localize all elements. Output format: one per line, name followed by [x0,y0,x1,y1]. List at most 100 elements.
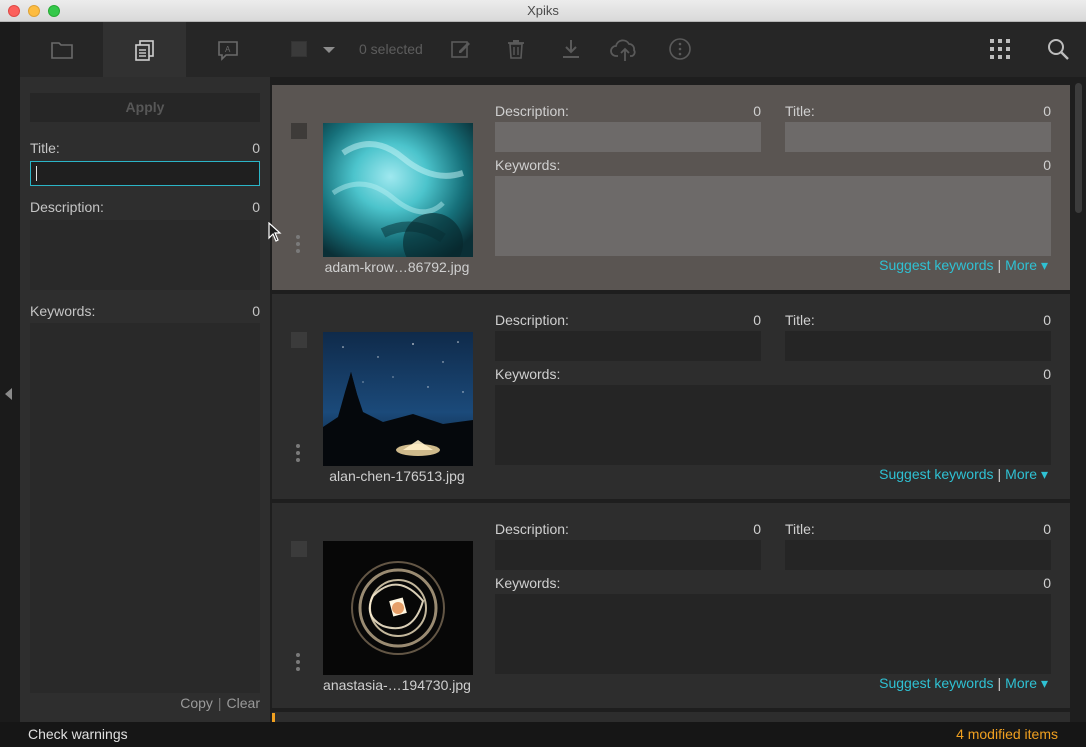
title-label: Title: [785,103,815,119]
tab-quick-edit[interactable]: A [186,22,269,77]
artwork-list: adam-krow…86792.jpg Description: 0 Title… [270,77,1072,722]
file-name: alan-chen-176513.jpg [329,468,465,484]
description-count: 0 [753,103,761,119]
list-item[interactable]: anastasia-…194730.jpg Description: 0 Tit… [272,503,1070,708]
description-field[interactable] [495,122,761,152]
description-count: 0 [753,312,761,328]
title-field[interactable] [785,122,1051,152]
file-name: adam-krow…86792.jpg [324,259,470,275]
keywords-label: Keywords: [495,366,561,382]
keywords-field[interactable] [495,594,1051,674]
scrollbar-thumb[interactable] [1075,83,1082,213]
apply-button[interactable]: Apply [30,93,260,122]
title-count: 0 [1043,521,1051,537]
keywords-count: 0 [252,303,260,319]
grid-icon[interactable] [990,39,1012,61]
more-menu-link[interactable]: More ▾ [1005,257,1048,273]
keywords-count: 0 [1043,366,1051,382]
window-titlebar: Xpiks [0,0,1086,22]
description-field[interactable] [495,331,761,361]
modified-items-link[interactable]: 4 modified items [956,726,1058,742]
keywords-label: Keywords: [30,303,96,319]
select-options-chevron-down-icon[interactable] [323,47,335,53]
keywords-count: 0 [1043,575,1051,591]
status-bar: Check warnings 4 modified items [0,722,1086,747]
window-title: Xpiks [527,3,559,18]
title-label: Title: [30,140,60,156]
image-thumbnail[interactable] [323,332,473,466]
upload-cloud-icon[interactable] [610,37,640,63]
keywords-label: Keywords: [495,157,561,173]
item-checkbox[interactable] [291,123,307,139]
description-label: Description: [495,103,569,119]
text-frame-icon: A [217,40,238,61]
more-menu-link[interactable]: More ▾ [1005,466,1048,482]
item-checkbox[interactable] [291,332,307,348]
select-all-checkbox[interactable] [291,41,307,57]
download-icon[interactable] [559,37,583,61]
item-actions: Suggest keywords | More ▾ [879,257,1048,274]
description-count: 0 [753,521,761,537]
item-checkbox[interactable] [291,541,307,557]
item-actions: Suggest keywords | More ▾ [879,466,1048,483]
title-count: 0 [252,140,260,156]
item-more-dots-icon[interactable] [296,653,300,673]
suggest-keywords-link[interactable]: Suggest keywords [879,257,993,273]
combined-edit-panel: Apply Title: 0 Description: 0 Keywords: … [20,77,270,722]
description-label: Description: [495,312,569,328]
save-progress-indicator [272,713,275,722]
description-field[interactable] [495,540,761,570]
title-field[interactable] [785,331,1051,361]
description-label: Description: [495,521,569,537]
separator: | [997,466,1002,482]
file-name: anastasia-…194730.jpg [323,677,471,693]
item-actions: Suggest keywords | More ▾ [879,675,1048,692]
folder-icon [50,41,73,59]
item-more-dots-icon[interactable] [296,444,300,464]
keyword-actions: Copy | Clear [180,695,260,711]
info-icon[interactable] [668,37,692,61]
trash-icon[interactable] [504,37,528,61]
svg-text:A: A [225,45,231,54]
title-label: Title: [785,312,815,328]
search-icon[interactable] [1047,38,1071,62]
separator: | [997,257,1002,273]
title-input[interactable] [30,161,260,186]
list-item[interactable]: adam-krow…86792.jpg Description: 0 Title… [272,85,1070,290]
list-item[interactable]: alan-chen-176513.jpg Description: 0 Titl… [272,294,1070,499]
mouse-cursor-icon [268,222,282,242]
check-warnings-link[interactable]: Check warnings [28,726,128,742]
suggest-keywords-link[interactable]: Suggest keywords [879,675,993,691]
copy-link[interactable]: Copy [180,695,213,711]
keywords-field[interactable] [495,385,1051,465]
edit-icon[interactable] [449,37,473,61]
separator: | [997,675,1002,691]
list-item[interactable] [272,712,1070,722]
tab-folders[interactable] [20,22,103,77]
description-input[interactable] [30,220,260,290]
collapse-panel-arrow-icon[interactable] [5,388,12,400]
title-field[interactable] [785,540,1051,570]
keywords-field[interactable] [495,176,1051,256]
title-label: Title: [785,521,815,537]
keywords-label: Keywords: [495,575,561,591]
more-menu-link[interactable]: More ▾ [1005,675,1048,691]
text-caret [36,166,37,181]
title-count: 0 [1043,103,1051,119]
copy-icon [134,39,154,61]
title-count: 0 [1043,312,1051,328]
image-thumbnail[interactable] [323,541,473,675]
keywords-input[interactable] [30,323,260,693]
image-thumbnail[interactable] [323,123,473,257]
description-count: 0 [252,199,260,215]
keywords-count: 0 [1043,157,1051,173]
clear-link[interactable]: Clear [227,695,260,711]
suggest-keywords-link[interactable]: Suggest keywords [879,466,993,482]
left-edge-strip [0,22,20,722]
selected-count: 0 selected [359,41,423,57]
main-toolbar: A 0 selected [20,22,1086,77]
item-more-dots-icon[interactable] [296,235,300,255]
tab-combined-edit[interactable] [103,22,186,77]
separator: | [217,695,222,711]
description-label: Description: [30,199,104,215]
